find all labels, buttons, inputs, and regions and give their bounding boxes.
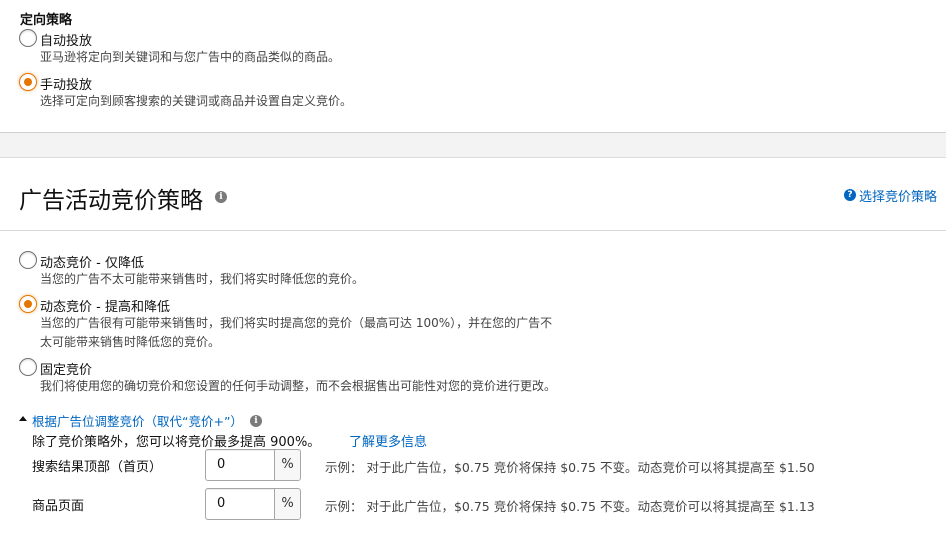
learn-more-link[interactable]: 了解更多信息: [349, 431, 427, 450]
placement-top-of-search-label: 搜索结果顶部（首页）: [32, 460, 163, 475]
option-dynamic-up-down-desc-1: 当您的广告很有可能带来销售时，我们将实时提高您的竞价（最高可达 100%），并在…: [40, 316, 553, 330]
option-dynamic-up-down-desc-2: 太可能带来销售时降低您的竞价。: [40, 335, 221, 349]
radio-dynamic-up-down[interactable]: [19, 295, 37, 313]
option-fixed-bid-title[interactable]: 固定竞价: [40, 359, 92, 378]
top-of-search-percent-input[interactable]: 0 %: [205, 449, 301, 481]
option-dynamic-down-title[interactable]: 动态竞价 - 仅降低: [40, 252, 144, 271]
option-manual-targeting-desc: 选择可定向到顾客搜索的关键词或商品并设置自定义竞价。: [40, 94, 353, 108]
placement-product-page-label: 商品页面: [32, 499, 85, 514]
placement-adjust-toggle[interactable]: 根据广告位调整竞价（取代“竞价+”）: [32, 411, 243, 430]
radio-manual-targeting[interactable]: [19, 73, 37, 91]
placement-info-icon[interactable]: i: [250, 415, 262, 427]
product-page-percent-input[interactable]: 0 %: [205, 488, 301, 520]
product-page-example: 示例： 对于此广告位，$0.75 竞价将保持 $0.75 不变。动态竞价可以将其…: [325, 499, 815, 514]
placement-note: 除了竞价策略外，您可以将竞价最多提高 900%。: [32, 435, 321, 450]
option-auto-targeting-title[interactable]: 自动投放: [40, 30, 92, 49]
option-auto-targeting-desc: 亚马逊将定向到关键词和与您广告中的商品类似的商品。: [40, 50, 341, 64]
option-fixed-bid-desc: 我们将使用您的确切竞价和您设置的任何手动调整，而不会根据售出可能性对您的竞价进行…: [40, 379, 557, 393]
option-manual-targeting-title[interactable]: 手动投放: [40, 74, 92, 93]
percent-unit: %: [275, 450, 300, 480]
bidding-strategy-title: 广告活动竞价策略: [19, 188, 203, 214]
title-divider: [0, 230, 946, 231]
top-of-search-example: 示例： 对于此广告位，$0.75 竞价将保持 $0.75 不变。动态竞价可以将其…: [325, 460, 815, 475]
targeting-heading: 定向策略: [20, 13, 73, 28]
radio-auto-targeting[interactable]: [19, 29, 37, 47]
percent-unit: %: [275, 489, 300, 519]
chevron-up-icon[interactable]: [19, 416, 27, 421]
radio-dynamic-down-only[interactable]: [19, 251, 37, 269]
option-dynamic-down-desc: 当您的广告不太可能带来销售时，我们将实时降低您的竞价。: [40, 272, 365, 286]
product-page-value[interactable]: 0: [217, 496, 225, 511]
section-divider: [0, 132, 946, 158]
top-of-search-value[interactable]: 0: [217, 457, 225, 472]
radio-fixed-bid[interactable]: [19, 358, 37, 376]
choose-bid-strategy-link[interactable]: 选择竞价策略: [859, 186, 937, 205]
info-icon[interactable]: i: [215, 191, 227, 203]
option-dynamic-up-down-title[interactable]: 动态竞价 - 提高和降低: [40, 296, 170, 315]
help-icon[interactable]: ?: [844, 189, 856, 201]
